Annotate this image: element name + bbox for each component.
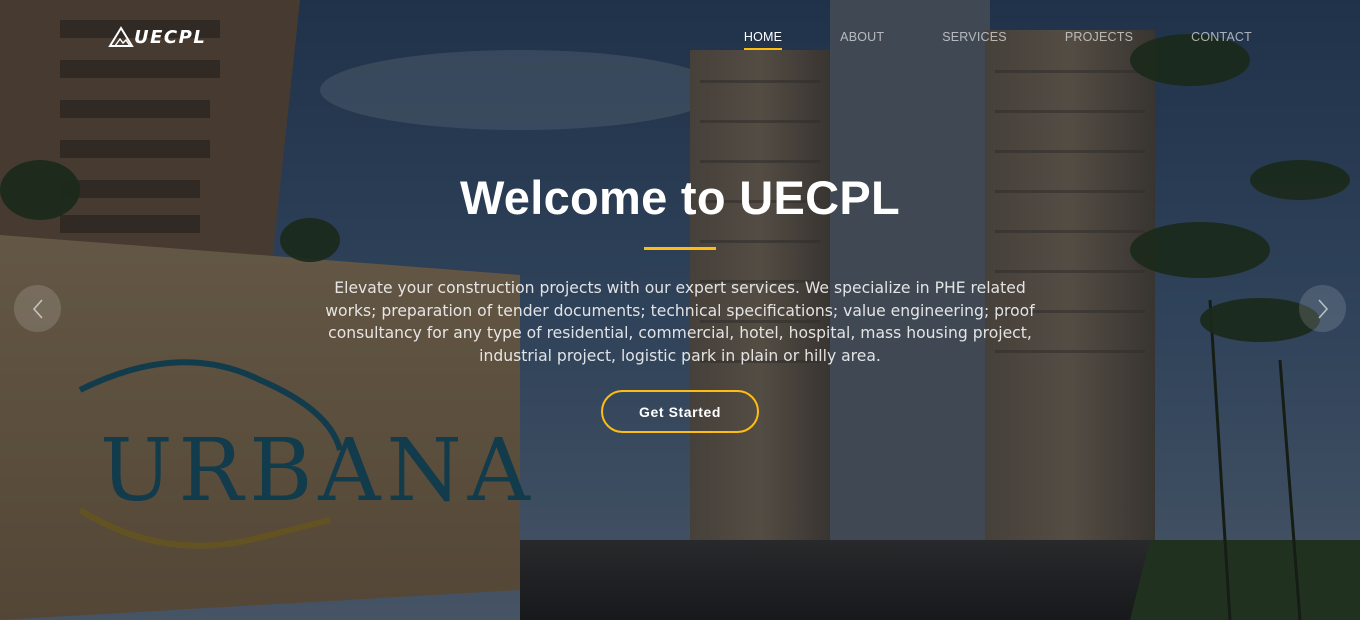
nav-item-about[interactable]: ABOUT — [840, 30, 884, 44]
nav-item-projects[interactable]: PROJECTS — [1065, 30, 1133, 44]
chevron-right-icon — [1317, 298, 1328, 319]
nav-item-home[interactable]: HOME — [743, 30, 783, 50]
nav-item-services[interactable]: SERVICES — [942, 30, 1007, 44]
triangle-mountain-icon — [108, 26, 134, 47]
carousel-next-button[interactable] — [1299, 285, 1346, 332]
hero-title: Welcome to UECPL — [459, 171, 901, 224]
chevron-left-icon — [32, 298, 43, 319]
brand-logo[interactable]: UECPL — [108, 26, 206, 48]
carousel-prev-button[interactable] — [14, 285, 61, 332]
title-divider — [644, 247, 716, 250]
hero-content: Welcome to UECPL Elevate your constructi… — [0, 170, 1360, 433]
hero-section: URBANA UECPL HOME ABOUT SERVICES PROJECT… — [0, 0, 1360, 620]
get-started-button[interactable]: Get Started — [600, 390, 760, 433]
nav-item-contact[interactable]: CONTACT — [1191, 30, 1252, 44]
hero-description: Elevate your construction projects with … — [325, 279, 1035, 365]
main-nav: HOME ABOUT SERVICES PROJECTS CONTACT — [686, 30, 1252, 50]
brand-name: UECPL — [134, 26, 207, 48]
